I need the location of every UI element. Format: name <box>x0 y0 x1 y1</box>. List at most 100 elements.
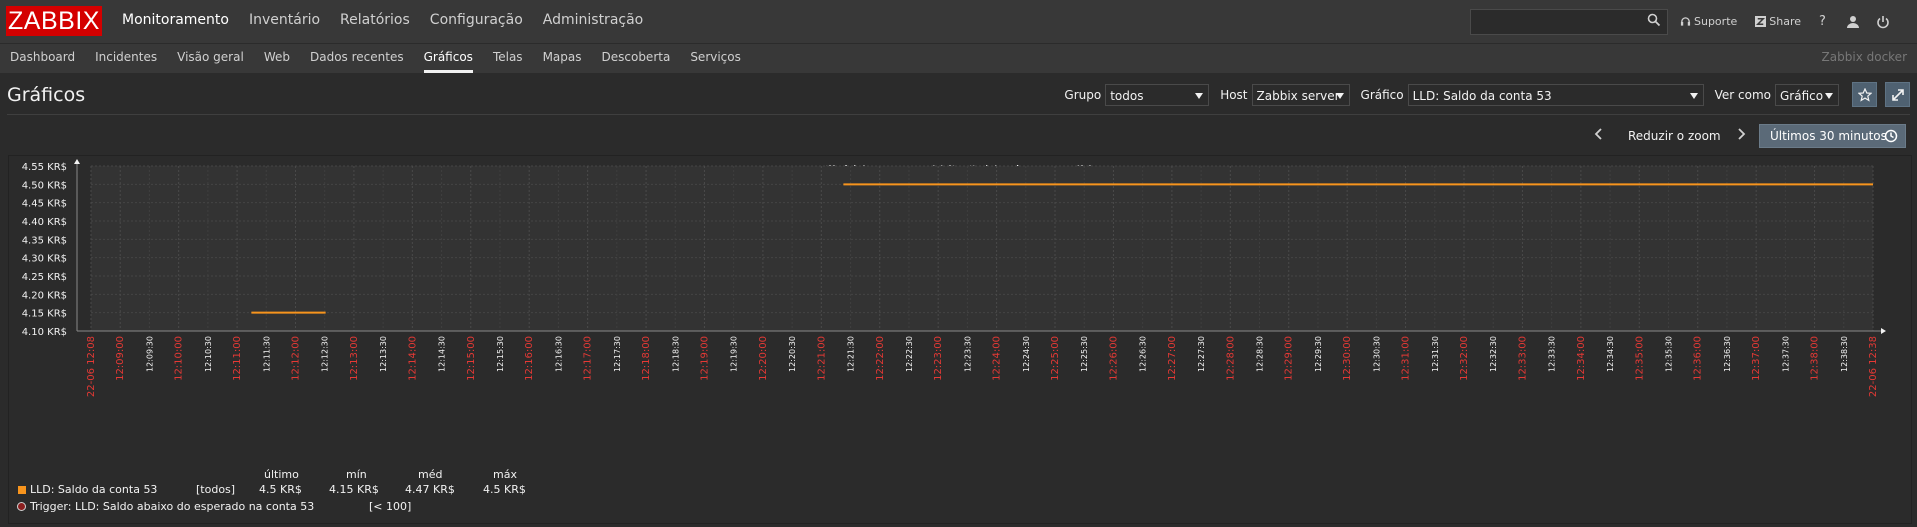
legend-min-value: 4.15 KR$ <box>329 483 379 496</box>
sign-out-icon[interactable] <box>1876 15 1890 29</box>
help-link[interactable]: ? <box>1819 14 1826 29</box>
group-select-value: todos <box>1110 88 1144 103</box>
x-tick-label: 12:27:30 <box>1197 336 1206 372</box>
x-tick-label: 12:29:00 <box>1284 336 1295 381</box>
main-menu-relatorios[interactable]: Relatórios <box>330 0 420 43</box>
x-tick-label: 12:25:00 <box>1050 336 1061 381</box>
time-period-label: Últimos 30 minutos <box>1770 129 1887 143</box>
plot-area <box>91 166 1873 331</box>
legend-max-value: 4.5 KR$ <box>483 483 526 496</box>
user-profile-icon[interactable] <box>1846 15 1860 29</box>
legend-header-last: último <box>264 468 299 481</box>
chevron-right-icon[interactable] <box>1735 127 1747 141</box>
favorite-button[interactable] <box>1852 82 1877 107</box>
sub-menu-telas[interactable]: Telas <box>483 44 533 73</box>
page-header: Gráficos Grupo todos Host Zabbix server … <box>7 74 1910 115</box>
sub-menu-servicos[interactable]: Serviços <box>680 44 751 73</box>
time-selector-bar: Reduzir o zoom Últimos 30 minutos <box>0 119 1917 151</box>
chevron-down-icon <box>1825 92 1833 99</box>
x-tick-label: 12:37:00 <box>1751 336 1762 381</box>
graph-select-value: LLD: Saldo da conta 53 <box>1412 88 1552 103</box>
legend-series-func: [todos] <box>196 483 236 496</box>
sub-menu-descoberta[interactable]: Descoberta <box>592 44 681 73</box>
sub-menu: Dashboard Incidentes Visão geral Web Dad… <box>0 44 751 73</box>
x-tick-label: 12:22:00 <box>875 336 886 381</box>
server-name: Zabbix docker <box>1821 50 1907 64</box>
x-tick-label: 12:27:00 <box>1167 336 1178 381</box>
fullscreen-button[interactable] <box>1885 82 1910 107</box>
legend-header-min: mín <box>346 468 367 481</box>
clock-icon <box>1884 129 1898 143</box>
page-title: Gráficos <box>7 84 86 106</box>
y-axis-arrow-icon <box>74 159 80 164</box>
x-tick-label: 12:25:30 <box>1080 336 1089 372</box>
x-tick-label: 12:30:00 <box>1342 336 1353 381</box>
x-tick-label: 12:38:00 <box>1810 336 1821 381</box>
host-select[interactable]: Zabbix server <box>1251 83 1350 106</box>
x-tick-label: 12:23:30 <box>963 336 972 372</box>
main-menu-inventario[interactable]: Inventário <box>239 0 330 43</box>
share-link[interactable]: Share <box>1755 15 1801 28</box>
x-tick-label: 12:28:00 <box>1225 336 1236 381</box>
sub-nav-bar: Dashboard Incidentes Visão geral Web Dad… <box>0 44 1917 73</box>
x-tick-label: 12:10:00 <box>174 336 185 381</box>
legend-avg-value: 4.47 KR$ <box>405 483 455 496</box>
legend-trigger-condition: [< 100] <box>369 500 412 513</box>
sub-menu-dashboard[interactable]: Dashboard <box>0 44 85 73</box>
zoom-out-button[interactable]: Reduzir o zoom <box>1628 129 1721 143</box>
headset-icon <box>1680 17 1691 26</box>
x-tick-label: 12:21:00 <box>816 336 827 381</box>
view-as-label: Ver como <box>1714 87 1771 102</box>
y-tick-label: 4.10 KR$ <box>22 327 67 338</box>
x-axis-arrow-icon <box>1881 328 1886 334</box>
sub-menu-graficos[interactable]: Gráficos <box>414 44 483 73</box>
x-tick-label: 12:31:00 <box>1401 336 1412 381</box>
x-tick-label: 12:13:30 <box>379 336 388 372</box>
x-tick-label: 12:26:30 <box>1139 336 1148 372</box>
sub-menu-visao-geral[interactable]: Visão geral <box>167 44 254 73</box>
sub-menu-incidentes[interactable]: Incidentes <box>85 44 167 73</box>
search-input[interactable] <box>1470 9 1668 35</box>
graph-select[interactable]: LLD: Saldo da conta 53 <box>1407 83 1704 106</box>
sub-menu-dados-recentes[interactable]: Dados recentes <box>300 44 414 73</box>
x-tick-label: 12:37:30 <box>1781 336 1790 372</box>
x-tick-label: 12:28:30 <box>1256 336 1265 372</box>
x-tick-label: 12:17:00 <box>583 336 594 381</box>
x-tick-label: 12:15:30 <box>496 336 505 372</box>
group-select[interactable]: todos <box>1105 83 1210 106</box>
sub-menu-web[interactable]: Web <box>254 44 300 73</box>
y-tick-label: 4.55 KR$ <box>22 162 67 173</box>
x-tick-label: 12:14:30 <box>438 336 447 372</box>
x-tick-label: 12:32:00 <box>1459 336 1470 381</box>
x-tick-label: 12:16:00 <box>524 336 535 381</box>
support-link[interactable]: Suporte <box>1680 15 1737 28</box>
x-tick-label: 12:19:30 <box>730 336 739 372</box>
x-tick-label: 12:35:00 <box>1634 336 1645 381</box>
share-label: Share <box>1769 15 1802 28</box>
x-tick-label: 22-06 12:08 <box>86 336 97 397</box>
y-tick-label: 4.25 KR$ <box>22 272 67 283</box>
zabbix-logo[interactable]: ZABBIX <box>6 6 102 36</box>
main-menu-administracao[interactable]: Administração <box>533 0 653 43</box>
share-z-icon <box>1755 16 1767 27</box>
x-tick-label: 12:31:30 <box>1431 336 1440 372</box>
x-tick-label: 12:18:00 <box>641 336 652 381</box>
support-label: Suporte <box>1694 15 1738 28</box>
x-tick-label: 12:22:30 <box>905 336 914 372</box>
star-icon <box>1857 87 1872 102</box>
x-tick-label: 12:19:00 <box>699 336 710 381</box>
y-tick-label: 4.15 KR$ <box>22 309 67 320</box>
search-icon[interactable] <box>1647 13 1661 27</box>
chevron-left-icon[interactable] <box>1593 127 1605 141</box>
x-tick-label: 12:16:30 <box>554 336 563 372</box>
view-as-select-value: Gráfico <box>1780 88 1824 103</box>
legend-series-name: LLD: Saldo da conta 53 <box>30 483 158 496</box>
main-menu-monitoramento[interactable]: Monitoramento <box>112 0 239 43</box>
time-period-button[interactable]: Últimos 30 minutos <box>1759 124 1906 148</box>
sub-menu-mapas[interactable]: Mapas <box>533 44 592 73</box>
top-nav-bar: ZABBIX Monitoramento Inventário Relatóri… <box>0 0 1917 44</box>
legend-header-avg: méd <box>418 468 443 481</box>
view-as-select[interactable]: Gráfico <box>1775 83 1839 106</box>
legend-last-value: 4.5 KR$ <box>259 483 302 496</box>
main-menu-configuracao[interactable]: Configuração <box>420 0 533 43</box>
